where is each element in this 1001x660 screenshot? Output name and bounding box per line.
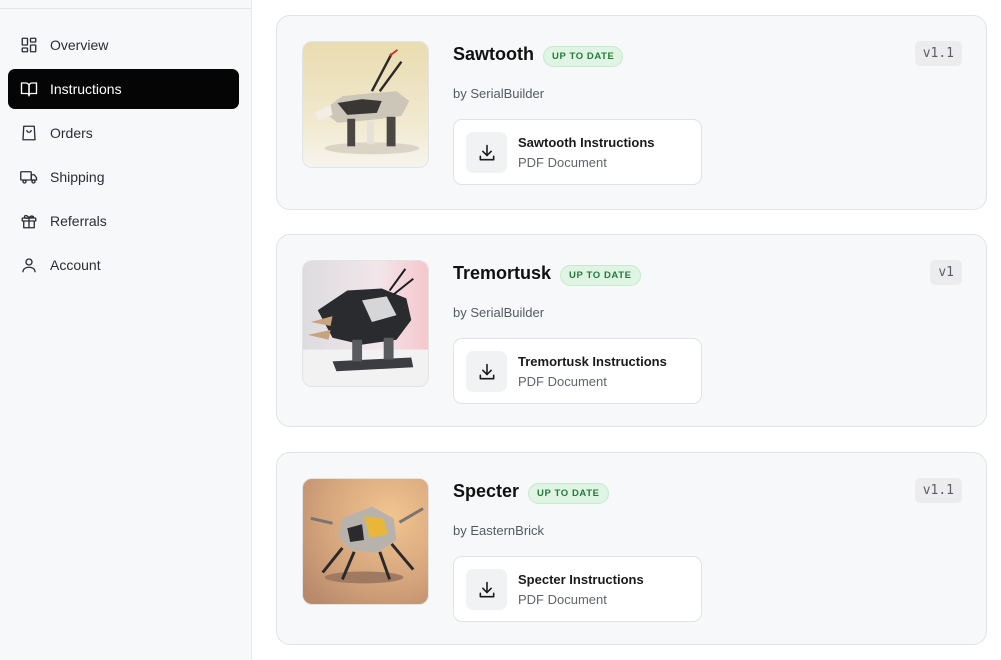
card-title: Tremortusk xyxy=(453,263,552,283)
sidebar-item-label: Shipping xyxy=(50,169,105,185)
sidebar-item-label: Referrals xyxy=(50,213,107,229)
status-badge: UP TO DATE xyxy=(528,483,609,504)
instruction-card: Tremortusk UP TO DATE by SerialBuilder T… xyxy=(276,234,987,427)
card-title-row: Tremortusk UP TO DATE xyxy=(453,261,641,286)
book-open-icon xyxy=(20,80,38,98)
download-file-name: Sawtooth Instructions xyxy=(518,135,655,150)
instruction-card: Specter UP TO DATE by EasternBrick Spect… xyxy=(276,452,987,645)
card-author: by SerialBuilder xyxy=(453,86,545,101)
status-badge: UP TO DATE xyxy=(543,46,624,67)
user-icon xyxy=(20,256,38,274)
card-title: Specter xyxy=(453,481,520,501)
sidebar-item-label: Overview xyxy=(50,37,109,53)
sidebar-item-label: Account xyxy=(50,257,101,273)
sidebar-item-overview[interactable]: Overview xyxy=(8,25,239,65)
truck-icon xyxy=(20,168,38,186)
download-file-type: PDF Document xyxy=(518,155,607,170)
sidebar-item-shipping[interactable]: Shipping xyxy=(8,157,239,197)
grid-icon xyxy=(20,36,38,54)
sidebar-nav: Overview Instructions Orders Shipping Re… xyxy=(8,25,239,289)
sidebar-divider xyxy=(0,8,251,9)
sidebar-item-referrals[interactable]: Referrals xyxy=(8,201,239,241)
shopping-bag-icon xyxy=(20,124,38,142)
sidebar-item-label: Orders xyxy=(50,125,93,141)
download-file-type: PDF Document xyxy=(518,374,607,389)
sidebar-item-instructions[interactable]: Instructions xyxy=(8,69,239,109)
download-file-type: PDF Document xyxy=(518,592,607,607)
card-author: by SerialBuilder xyxy=(453,305,545,320)
card-title-row: Sawtooth UP TO DATE xyxy=(453,42,624,67)
download-icon xyxy=(466,569,507,610)
version-badge: v1 xyxy=(930,260,962,285)
sidebar: Overview Instructions Orders Shipping Re… xyxy=(0,0,252,660)
version-badge: v1.1 xyxy=(914,478,962,503)
version-badge: v1.1 xyxy=(914,41,962,66)
sidebar-item-label: Instructions xyxy=(50,81,122,97)
download-pdf-button[interactable]: Tremortusk Instructions PDF Document xyxy=(453,338,702,404)
sidebar-item-orders[interactable]: Orders xyxy=(8,113,239,153)
card-author: by EasternBrick xyxy=(453,523,545,538)
download-file-name: Tremortusk Instructions xyxy=(518,354,667,369)
status-badge: UP TO DATE xyxy=(560,265,641,286)
card-title-row: Specter UP TO DATE xyxy=(453,479,609,504)
specter-model-photo xyxy=(302,478,429,605)
tremortusk-model-photo xyxy=(302,260,429,387)
download-file-name: Specter Instructions xyxy=(518,572,644,587)
download-icon xyxy=(466,351,507,392)
main-content: Sawtooth UP TO DATE by SerialBuilder Saw… xyxy=(252,0,1001,660)
sidebar-item-account[interactable]: Account xyxy=(8,245,239,285)
gift-icon xyxy=(20,212,38,230)
sawtooth-model-photo xyxy=(302,41,429,168)
card-title: Sawtooth xyxy=(453,44,534,64)
download-icon xyxy=(466,132,507,173)
download-pdf-button[interactable]: Sawtooth Instructions PDF Document xyxy=(453,119,702,185)
download-pdf-button[interactable]: Specter Instructions PDF Document xyxy=(453,556,702,622)
instruction-card: Sawtooth UP TO DATE by SerialBuilder Saw… xyxy=(276,15,987,210)
